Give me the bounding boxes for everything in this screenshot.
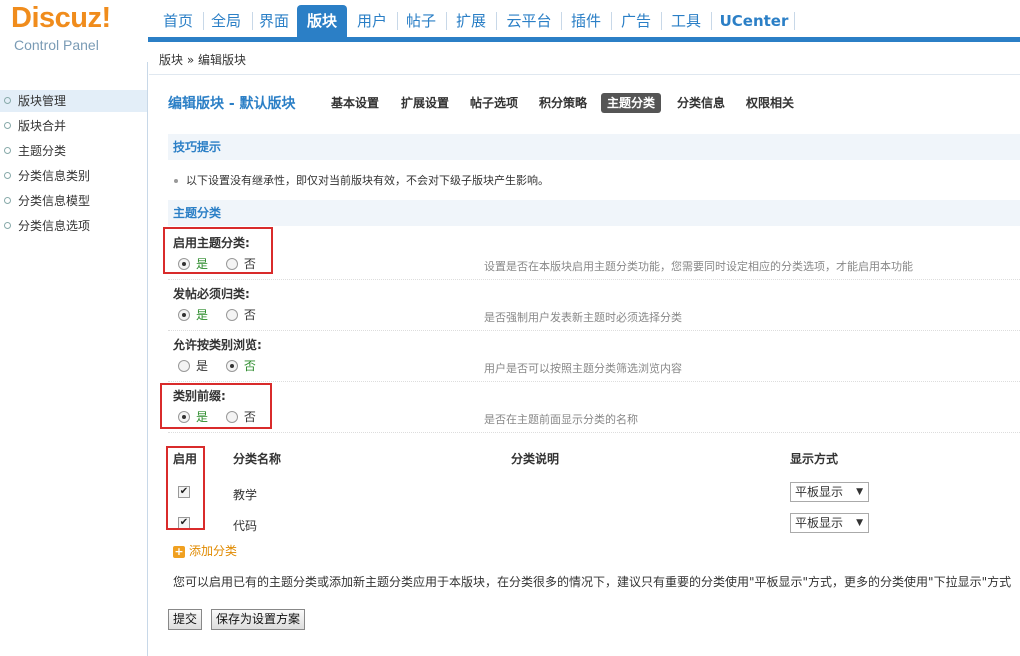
nav-tab-ucenter[interactable]: UCenter (714, 5, 794, 37)
radio-button-icon (178, 360, 190, 372)
page-title: 编辑版块 - 默认版块 (168, 96, 296, 112)
table-row: ✔ 教学 平板显示 ▼ (168, 478, 1020, 509)
nav-tab-tools[interactable]: 工具 (663, 5, 709, 37)
setting-label: 发帖必须归类: (173, 287, 250, 301)
nav-tab-forums[interactable]: 版块 (297, 5, 347, 37)
radio-no[interactable]: 否 (225, 306, 256, 323)
highlight-box (163, 227, 273, 274)
radio-yes[interactable]: 是 (178, 357, 208, 374)
sidebar: 版块管理 版块合并 主题分类 分类信息类别 分类信息模型 分类信息选项 (0, 62, 148, 656)
tab-thread-types[interactable]: 主题分类 (601, 93, 662, 113)
sidebar-item-thread-types[interactable]: 主题分类 (0, 140, 147, 162)
category-name: 代码 (233, 519, 258, 533)
highlight-box (166, 446, 205, 530)
tips-text: 以下设置没有继承性，即仅对当前版块有效，不会对下级子版块产生影响。 (174, 172, 549, 188)
sidebar-item-forum-merge[interactable]: 版块合并 (0, 115, 147, 137)
display-mode-select[interactable]: 平板显示 ▼ (790, 513, 869, 533)
nav-tab-home[interactable]: 首页 (156, 5, 200, 37)
column-header-display: 显示方式 (790, 452, 839, 466)
sidebar-item-sort-options[interactable]: 分类信息选项 (0, 215, 147, 237)
logo[interactable]: Discuz! Control Panel (0, 0, 148, 62)
display-mode-select[interactable]: 平板显示 ▼ (790, 482, 869, 502)
nav-tab-interface[interactable]: 界面 (252, 5, 296, 37)
setting-label: 允许按类别浏览: (173, 338, 262, 352)
nav-tab-cloud[interactable]: 云平台 (498, 5, 560, 37)
setting-description: 设置是否在本版块启用主题分类功能，您需要同时设定相应的分类选项，才能启用本功能 (484, 260, 913, 273)
setting-enable-thread-types: 启用主题分类: 是 否 设置是否在本版块启用主题分类功能，您需要同时设定相应的分… (168, 229, 1020, 280)
submit-button[interactable]: 提交 (168, 609, 203, 630)
bullet-icon (4, 222, 11, 229)
nav-tab-extend[interactable]: 扩展 (448, 5, 494, 37)
nav-tab-posts[interactable]: 帖子 (398, 5, 444, 37)
logo-brand: Discuz! (11, 2, 111, 34)
sidebar-item-forum-manage[interactable]: 版块管理 (0, 90, 147, 112)
column-header-name: 分类名称 (233, 452, 282, 466)
radio-no[interactable]: 否 (225, 357, 256, 374)
dropdown-arrow-icon: ▼ (856, 487, 863, 497)
tab-permissions[interactable]: 权限相关 (740, 93, 800, 113)
category-note: 您可以启用已有的主题分类或添加新主题分类应用于本版块，在分类很多的情况下，建议只… (173, 575, 1012, 589)
bullet-icon (4, 97, 11, 104)
bullet-icon (4, 172, 11, 179)
section-header-thread-types: 主题分类 (168, 200, 1020, 226)
tab-credit-policy[interactable]: 积分策略 (533, 93, 593, 113)
nav-tab-plugins[interactable]: 插件 (563, 5, 609, 37)
sidebar-item-sort-types[interactable]: 分类信息类别 (0, 165, 147, 187)
nav-tab-ads[interactable]: 广告 (613, 5, 659, 37)
column-header-description: 分类说明 (511, 452, 560, 466)
dropdown-arrow-icon: ▼ (856, 518, 863, 528)
tips-header: 技巧提示 (168, 134, 1020, 160)
radio-button-icon (178, 309, 190, 321)
setting-description: 用户是否可以按照主题分类筛选浏览内容 (484, 362, 682, 375)
tab-basic-settings[interactable]: 基本设置 (325, 93, 385, 113)
sidebar-item-sort-templates[interactable]: 分类信息模型 (0, 190, 147, 212)
setting-browse-by-type: 允许按类别浏览: 是 否 用户是否可以按照主题分类筛选浏览内容 (168, 331, 1020, 382)
plus-icon: + (173, 545, 185, 558)
setting-type-prefix: 类别前缀: 是 否 是否在主题前面显示分类的名称 (168, 382, 1020, 433)
top-navigation: 首页 全局 界面 版块 用户 帖子 扩展 云平台 插件 广告 工具 UCente… (148, 0, 1020, 42)
bullet-icon (174, 179, 178, 183)
bullet-icon (4, 147, 11, 154)
table-row: ✔ 代码 平板显示 ▼ (168, 509, 1020, 540)
radio-button-icon (225, 360, 238, 372)
tab-extended-settings[interactable]: 扩展设置 (395, 93, 455, 113)
bullet-icon (4, 197, 11, 204)
add-category-link[interactable]: + 添加分类 (173, 542, 237, 559)
bullet-icon (4, 122, 11, 129)
nav-tab-users[interactable]: 用户 (349, 5, 395, 37)
logo-subtitle: Control Panel (14, 37, 99, 53)
tab-post-options[interactable]: 帖子选项 (464, 93, 524, 113)
save-scheme-button[interactable]: 保存为设置方案 (211, 609, 306, 630)
nav-tab-global[interactable]: 全局 (204, 5, 248, 37)
breadcrumb: 版块 » 编辑版块 (149, 47, 1020, 75)
setting-description: 是否强制用户发表新主题时必须选择分类 (484, 311, 682, 324)
setting-required-type: 发帖必须归类: 是 否 是否强制用户发表新主题时必须选择分类 (168, 280, 1020, 331)
setting-description: 是否在主题前面显示分类的名称 (484, 413, 638, 426)
category-name: 教学 (233, 488, 258, 502)
radio-button-icon (225, 309, 238, 321)
highlight-box (160, 383, 272, 429)
radio-yes[interactable]: 是 (178, 306, 208, 323)
tab-sort-info[interactable]: 分类信息 (671, 93, 731, 113)
